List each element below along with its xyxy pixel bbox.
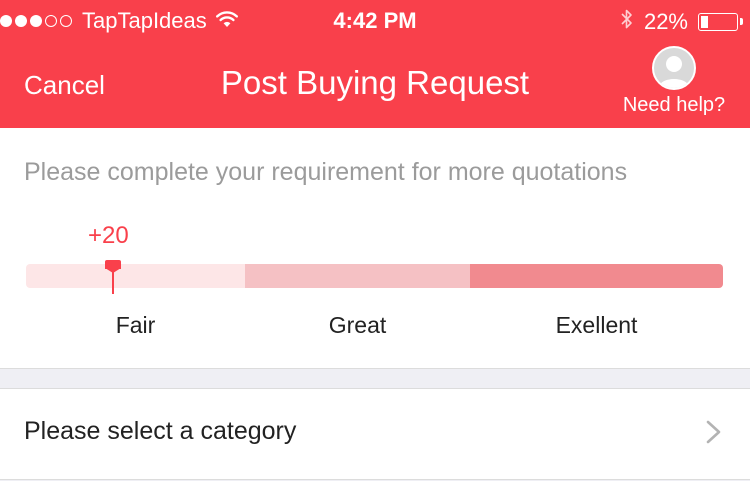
completeness-segment-great	[245, 264, 470, 288]
completeness-card: Please complete your requirement for mor…	[0, 128, 750, 369]
battery-percent: 22%	[643, 9, 688, 34]
category-selector[interactable]: Please select a category	[0, 388, 750, 480]
help-button[interactable]: Need help?	[618, 46, 730, 117]
chevron-right-icon	[698, 417, 728, 447]
level-label-exellent: Exellent	[555, 312, 638, 338]
completeness-segment-fair	[26, 264, 245, 288]
score-marker-icon	[105, 260, 122, 294]
bluetooth-icon	[620, 8, 634, 36]
completeness-prompt: Please complete your requirement for mor…	[24, 158, 628, 186]
status-right: 22%	[620, 8, 743, 36]
level-label-great: Great	[328, 312, 387, 338]
battery-icon	[698, 13, 743, 31]
category-label: Please select a category	[24, 417, 297, 445]
status-bar: TapTapIdeas 4:42 PM 22%	[0, 0, 750, 40]
avatar-icon	[652, 46, 696, 90]
score-indicator: +20	[88, 222, 129, 249]
completeness-segment-exellent	[470, 264, 723, 288]
battery-level	[701, 16, 709, 28]
help-label: Need help?	[622, 94, 726, 116]
completeness-bar	[26, 264, 723, 288]
level-label-fair: Fair	[115, 312, 156, 338]
app-header: TapTapIdeas 4:42 PM 22% Cancel Post Buyi…	[0, 0, 750, 128]
